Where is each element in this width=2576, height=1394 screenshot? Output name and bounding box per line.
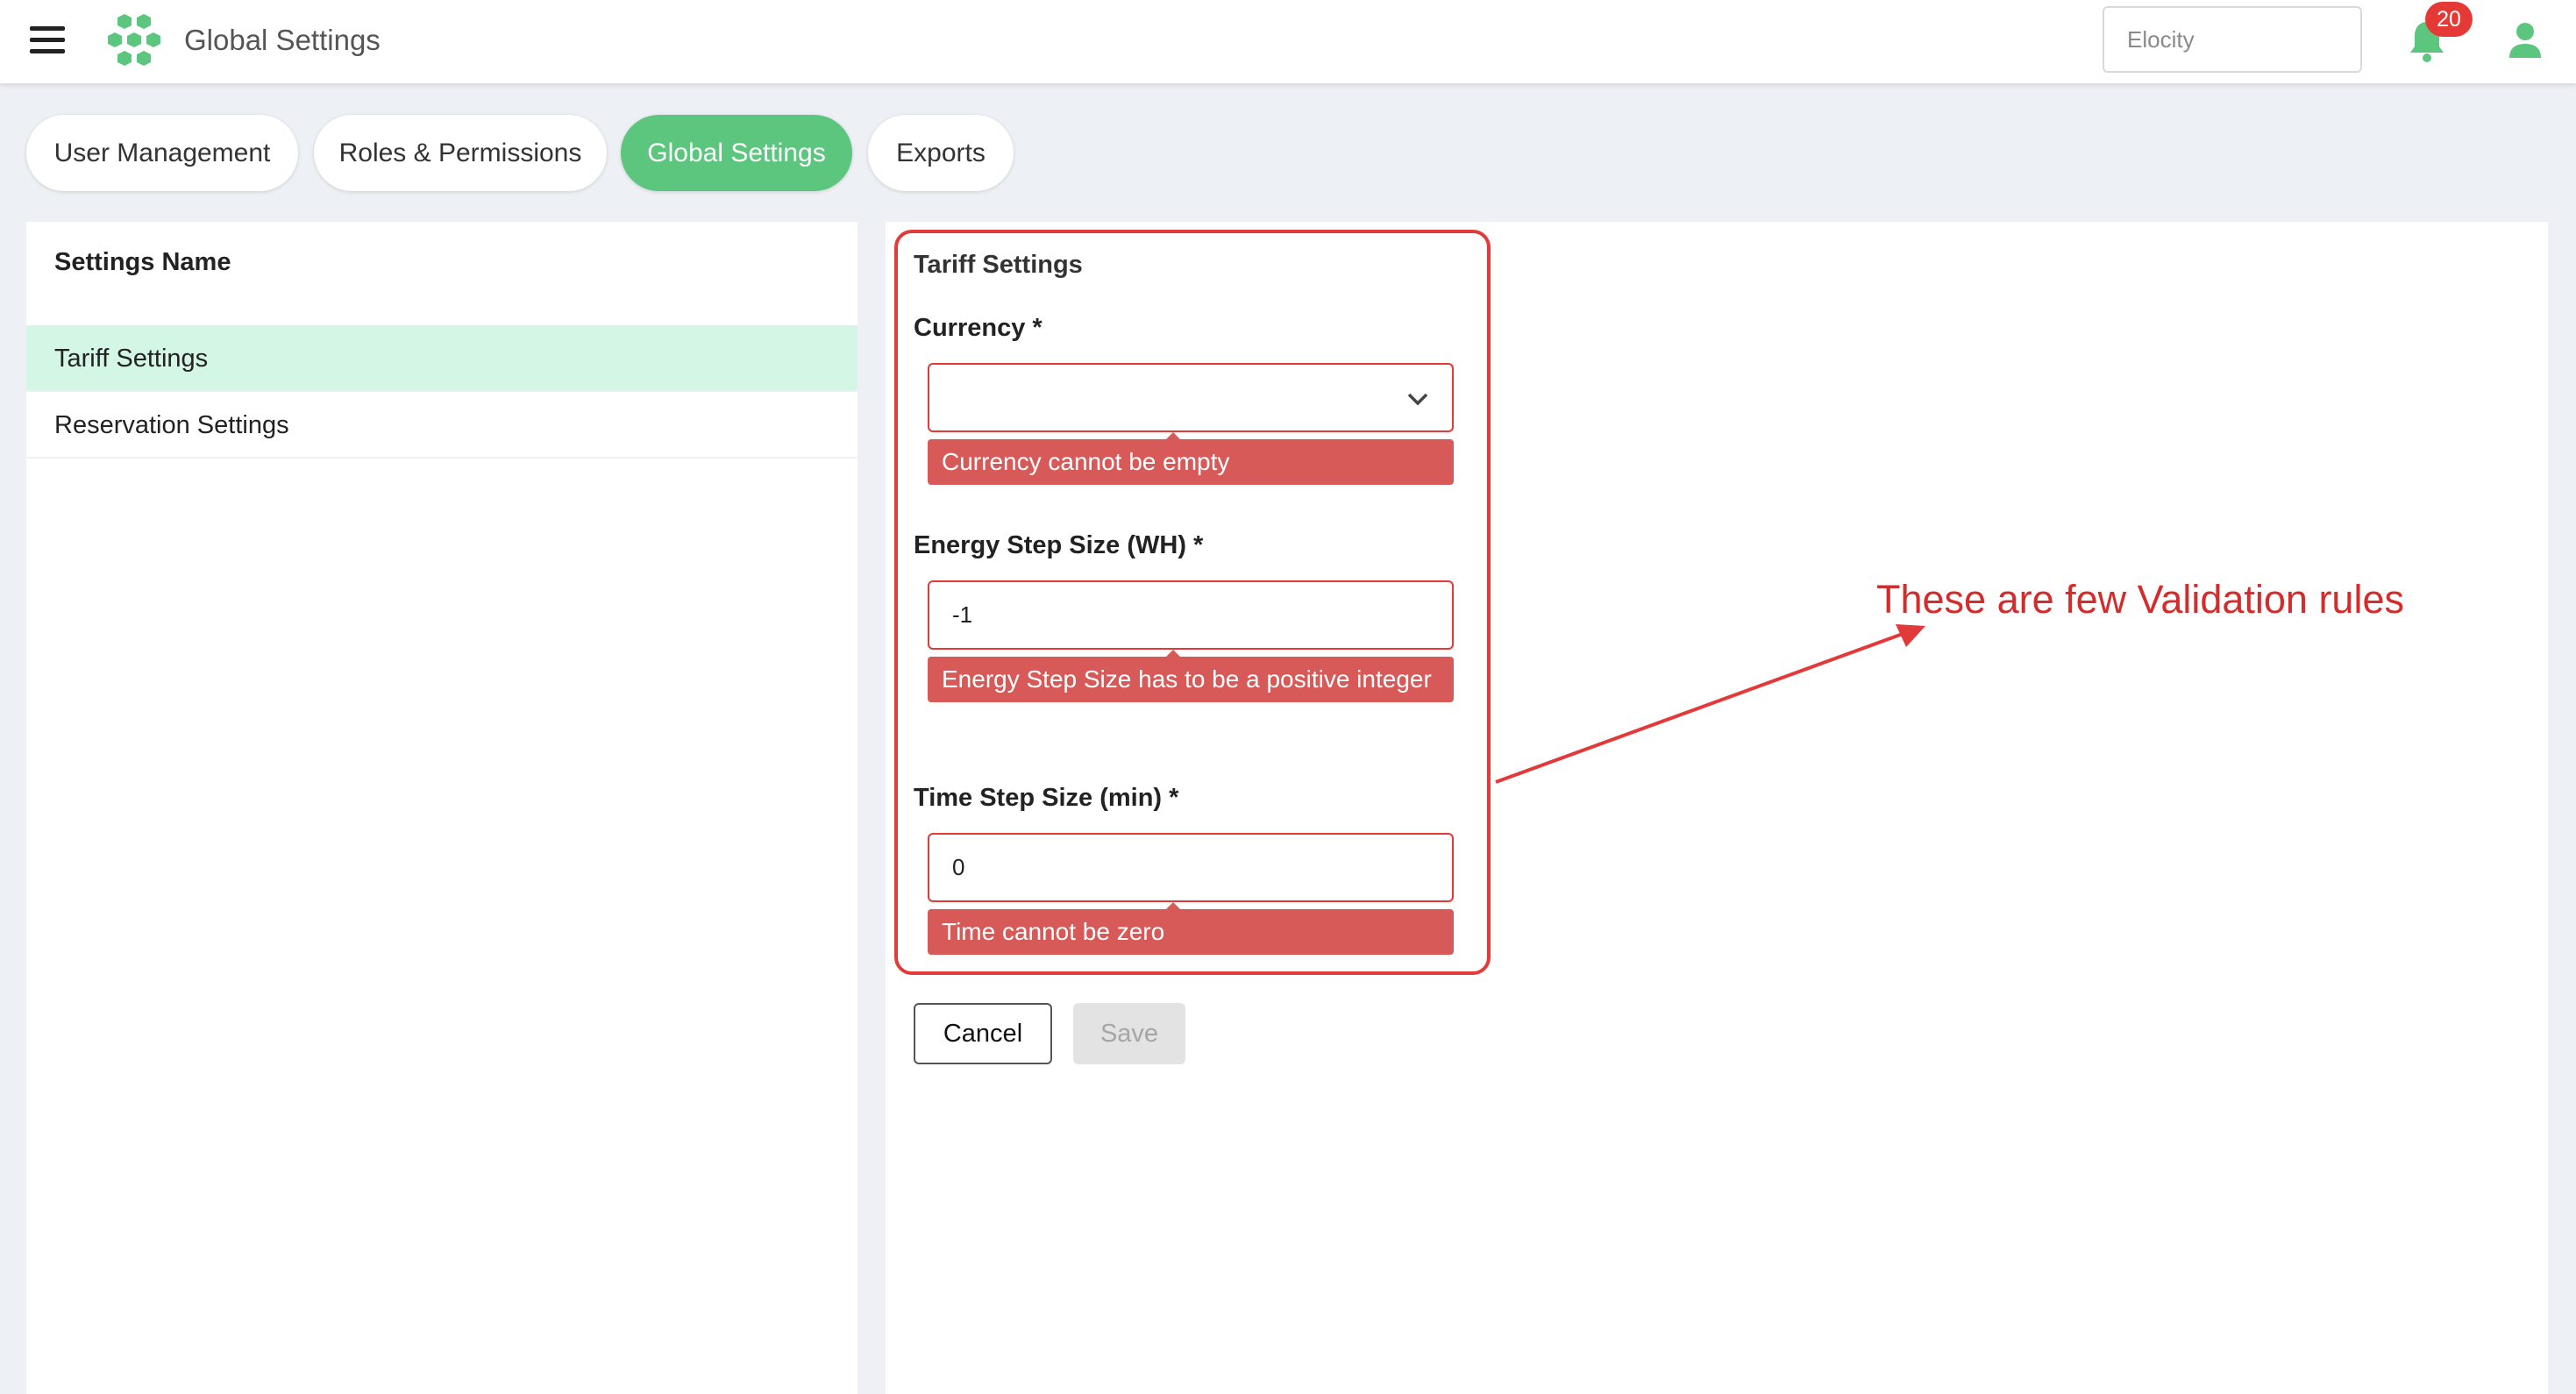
time-step-input[interactable] bbox=[929, 835, 1452, 900]
currency-label: Currency * bbox=[914, 314, 1042, 342]
settings-item-tariff[interactable]: Tariff Settings bbox=[26, 325, 857, 392]
settings-list-panel: Settings Name Tariff Settings Reservatio… bbox=[26, 222, 857, 1394]
energy-step-field bbox=[928, 580, 1454, 650]
time-step-label: Time Step Size (min) * bbox=[914, 784, 1179, 812]
tab-user-management[interactable]: User Management bbox=[26, 115, 298, 191]
currency-select[interactable] bbox=[928, 363, 1454, 432]
chevron-down-icon bbox=[1407, 393, 1428, 406]
tab-global-settings[interactable]: Global Settings bbox=[621, 115, 852, 191]
settings-item-reservation[interactable]: Reservation Settings bbox=[26, 392, 857, 459]
tab-exports[interactable]: Exports bbox=[868, 115, 1014, 191]
organization-input[interactable] bbox=[2103, 6, 2362, 73]
time-step-error-message: Time cannot be zero bbox=[928, 902, 1454, 955]
save-button[interactable]: Save bbox=[1073, 1003, 1185, 1064]
form-section-title: Tariff Settings bbox=[914, 251, 1083, 279]
app-logo-icon bbox=[108, 14, 160, 66]
energy-step-error-message: Energy Step Size has to be a positive in… bbox=[928, 650, 1454, 702]
energy-step-label: Energy Step Size (WH) * bbox=[914, 531, 1204, 559]
page-title: Global Settings bbox=[184, 24, 381, 56]
cancel-button[interactable]: Cancel bbox=[914, 1003, 1052, 1064]
settings-list-header: Settings Name bbox=[54, 248, 231, 276]
currency-error-message: Currency cannot be empty bbox=[928, 432, 1454, 485]
hamburger-menu-icon[interactable] bbox=[30, 26, 65, 54]
time-step-field bbox=[928, 833, 1454, 902]
user-icon[interactable] bbox=[2508, 21, 2543, 60]
annotation-text: These are few Validation rules bbox=[1876, 577, 2404, 622]
tab-roles-permissions[interactable]: Roles & Permissions bbox=[314, 115, 607, 191]
notification-count-badge: 20 bbox=[2425, 2, 2473, 37]
energy-step-input[interactable] bbox=[929, 582, 1452, 648]
